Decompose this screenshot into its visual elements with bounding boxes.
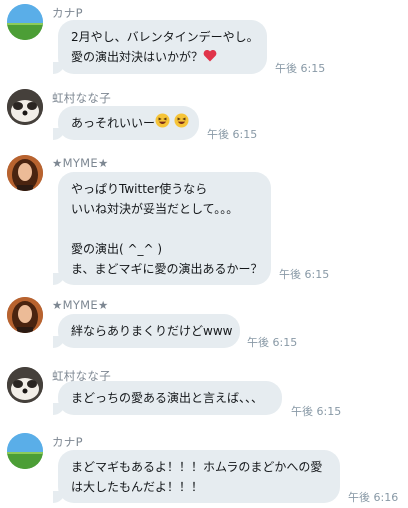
avatar[interactable] <box>7 155 43 191</box>
message-bubble: 2月やし、バレンタインデーやし。 愛の演出対決はいかが？ <box>53 20 267 74</box>
message-bubble: やっぱりTwitter使うなら いいね対決が妥当だとして。。。 愛の演出( ^_… <box>53 172 271 285</box>
message-text: 絆ならありまくりだけどwww <box>71 324 233 338</box>
message-text: あっそれいいー <box>71 116 156 130</box>
message-bubble: まどっちの愛ある演出と言えば、、、 <box>53 381 282 415</box>
user-name[interactable]: 虹村なな子 <box>52 90 111 106</box>
message-text: 2月やし、バレンタインデーやし。 <box>71 30 259 44</box>
user-name[interactable]: カナP <box>52 5 83 21</box>
timestamp: 午後 6:15 <box>291 405 342 418</box>
timestamp: 午後 6:16 <box>348 491 399 504</box>
user-name[interactable]: カナP <box>52 434 83 450</box>
heart-emoji-icon <box>203 48 217 68</box>
laughing-face-emoji-icon <box>174 113 189 134</box>
message-text: まどっちの愛ある演出と言えば、、、 <box>71 391 264 405</box>
timestamp: 午後 6:15 <box>207 128 258 141</box>
message-text: やっぱりTwitter使うなら <box>71 182 208 196</box>
timestamp: 午後 6:15 <box>275 62 326 75</box>
user-name[interactable]: ★MYME★ <box>52 156 109 170</box>
avatar[interactable] <box>7 297 43 333</box>
message-text: まどマギもあるよ！！！ホムラのまどかへの愛 <box>71 460 323 474</box>
message-text: いいね対決が妥当だとして。。。 <box>71 202 239 216</box>
timestamp: 午後 6:15 <box>247 336 298 349</box>
user-name[interactable]: ★MYME★ <box>52 298 109 312</box>
message-bubble: 絆ならありまくりだけどwww <box>53 314 240 348</box>
avatar[interactable] <box>7 89 43 125</box>
laughing-face-emoji-icon <box>155 113 170 134</box>
message-text: 愛の演出対決はいかが？ <box>71 50 204 64</box>
message-bubble: まどマギもあるよ！！！ホムラのまどかへの愛 は大したもんだよ！！！ <box>53 450 340 503</box>
message-bubble: あっそれいいー <box>53 106 199 140</box>
message-text: 愛の演出( ^_^ ) <box>71 242 163 256</box>
avatar[interactable] <box>7 433 43 469</box>
message-text: は大したもんだよ！！！ <box>71 480 204 494</box>
timestamp: 午後 6:15 <box>279 268 330 281</box>
avatar[interactable] <box>7 367 43 403</box>
avatar[interactable] <box>7 4 43 40</box>
message-text: ま、まどマギに愛の演出あるかー？ <box>71 262 263 276</box>
